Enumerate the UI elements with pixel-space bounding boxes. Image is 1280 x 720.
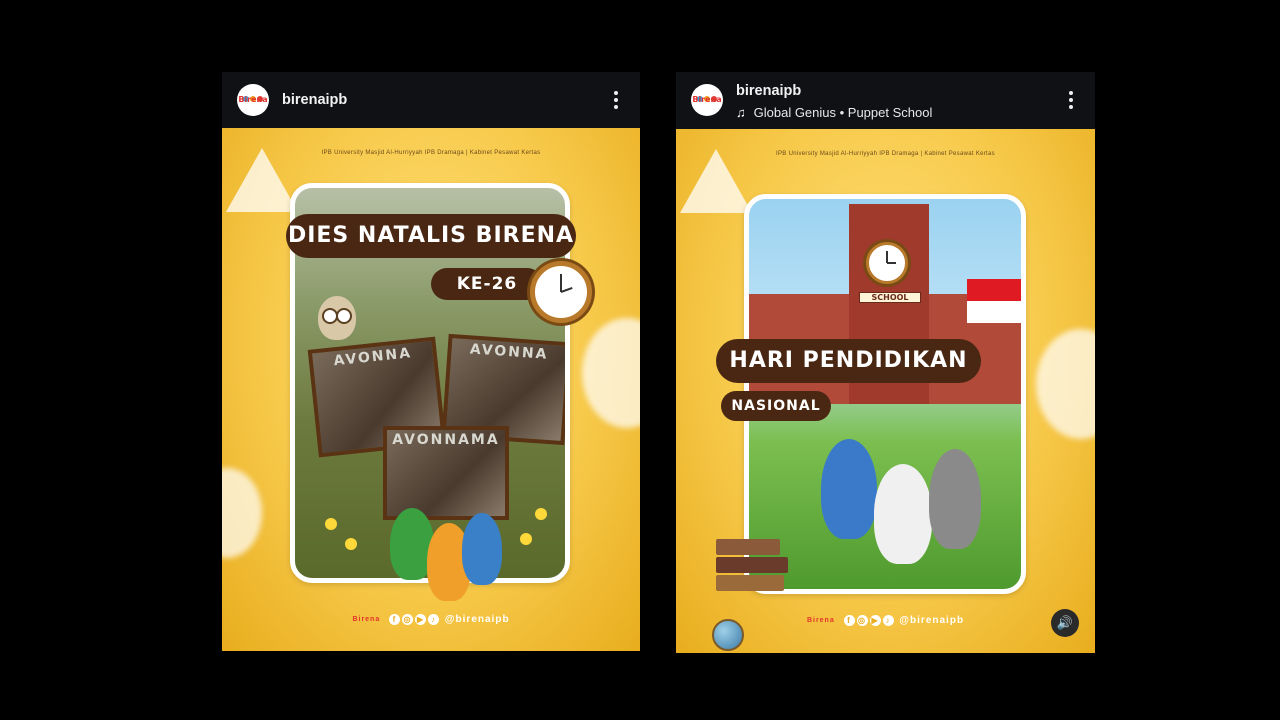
music-note-icon: ♫	[736, 105, 746, 120]
poster-footer: Birena f ◎ ▶ ♪ @birenaipb	[676, 615, 1095, 626]
poster-title: HARI PENDIDIKAN	[716, 339, 981, 383]
clock-illustration	[866, 242, 908, 284]
brand-mini-logo: Birena	[352, 616, 381, 623]
flower-decoration	[520, 533, 532, 545]
character-boy-illustration	[462, 513, 502, 585]
post-card-hari-pendidikan: Birena birenaipb ♫ Global Genius • Puppe…	[676, 72, 1095, 653]
poster-subtitle: KE-26	[431, 268, 543, 300]
post-header: Birena birenaipb	[222, 72, 640, 128]
avatar-brand-text: Birena	[692, 95, 722, 104]
instagram-icon: ◎	[402, 614, 414, 625]
youtube-icon: ▶	[869, 615, 881, 626]
music-title: Global Genius • Puppet School	[753, 105, 933, 120]
speaker-icon[interactable]: 🔊	[1051, 609, 1079, 637]
decorative-triangle	[680, 149, 752, 213]
footer-handle: @birenaipb	[444, 614, 510, 626]
post-username[interactable]: birenaipb	[282, 92, 347, 108]
more-options-icon[interactable]	[606, 91, 626, 111]
instagram-icon: ◎	[856, 615, 868, 626]
post-header: Birena birenaipb ♫ Global Genius • Puppe…	[676, 72, 1095, 128]
avatar-brand-text: Birena	[238, 95, 268, 104]
character-girl-illustration	[874, 464, 932, 564]
partner-logos: IPB University Masjid Al-Hurriyyah IPB D…	[776, 151, 995, 157]
clock-illustration	[530, 261, 592, 323]
character-boy-illustration	[929, 449, 981, 549]
group-photo: AVONNAMA	[383, 426, 509, 520]
facebook-icon: f	[389, 614, 401, 625]
post-media-image[interactable]: IPB University Masjid Al-Hurriyyah IPB D…	[222, 128, 640, 651]
photo-caption: AVONNA	[469, 341, 549, 363]
books-illustration	[716, 539, 788, 593]
partner-logos: IPB University Masjid Al-Hurriyyah IPB D…	[321, 150, 541, 156]
brand-mini-logo: Birena	[806, 617, 835, 624]
poster-title: DIES NATALIS BIRENA	[286, 214, 576, 258]
footer-handle: @birenaipb	[899, 615, 965, 627]
facebook-icon: f	[843, 615, 855, 626]
tiktok-icon: ♪	[428, 614, 440, 625]
poster-footer: Birena f ◎ ▶ ♪ @birenaipb	[222, 614, 640, 625]
tiktok-icon: ♪	[882, 615, 894, 626]
music-attribution[interactable]: ♫ Global Genius • Puppet School	[736, 105, 932, 120]
flower-decoration	[325, 518, 337, 530]
character-boy-illustration	[821, 439, 877, 539]
indonesia-flag-illustration	[967, 279, 1021, 323]
profile-avatar[interactable]: Birena	[237, 84, 269, 116]
youtube-icon: ▶	[415, 614, 427, 625]
decorative-triangle	[226, 148, 298, 212]
flower-decoration	[345, 538, 357, 550]
photo-caption: AVONNAMA	[392, 432, 500, 448]
owl-illustration	[318, 296, 356, 340]
post-username[interactable]: birenaipb	[736, 83, 801, 99]
profile-avatar[interactable]: Birena	[691, 84, 723, 116]
more-options-icon[interactable]	[1061, 91, 1081, 111]
post-media-image[interactable]: IPB University Masjid Al-Hurriyyah IPB D…	[676, 129, 1095, 653]
flower-decoration	[535, 508, 547, 520]
poster-subtitle: NASIONAL	[721, 391, 831, 421]
school-sign: SCHOOL	[859, 292, 921, 303]
photo-caption: AVONNA	[332, 345, 413, 370]
post-card-dies-natalis: Birena birenaipb IPB University Masjid A…	[222, 72, 640, 651]
